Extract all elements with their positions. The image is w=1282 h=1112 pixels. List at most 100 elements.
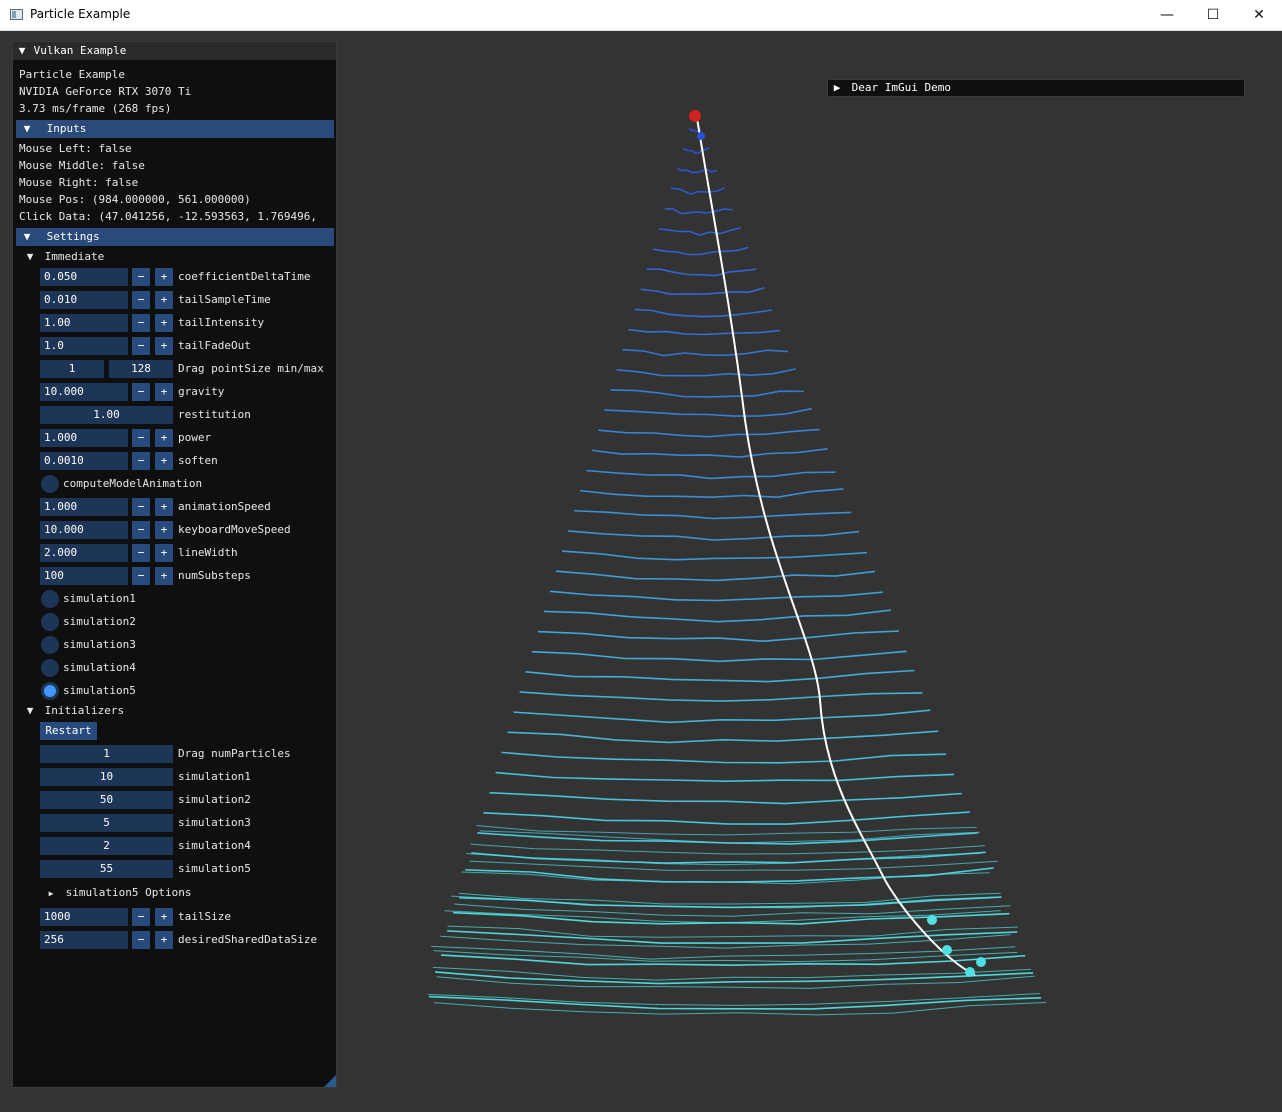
particle-trail <box>592 448 828 458</box>
decrement-button[interactable]: − <box>132 452 150 470</box>
gravity-input[interactable]: 10.000 <box>40 383 128 401</box>
tail-fade-out-label: tailFadeOut <box>178 339 251 352</box>
coefficient-delta-time-input[interactable]: 0.050 <box>40 268 128 286</box>
resize-grip[interactable] <box>324 1075 336 1087</box>
particle-trail <box>598 428 820 438</box>
point-size-min-drag[interactable]: 1 <box>40 360 104 378</box>
num-particles-drag[interactable]: 1 <box>40 745 173 763</box>
collapsed-triangle-icon: ▶ <box>48 889 54 898</box>
decrement-button[interactable]: − <box>132 567 150 585</box>
particle-tip <box>689 110 701 122</box>
decrement-button[interactable]: − <box>132 521 150 539</box>
decrement-button[interactable]: − <box>132 931 150 949</box>
decrement-button[interactable]: − <box>132 268 150 286</box>
increment-button[interactable]: + <box>155 521 173 539</box>
init-simulation4-drag[interactable]: 2 <box>40 837 173 855</box>
power-input[interactable]: 1.000 <box>40 429 128 447</box>
inputs-header[interactable]: ▼ Inputs <box>16 120 334 138</box>
particle-trail <box>501 751 947 764</box>
particle-trail <box>574 509 852 520</box>
window-titlebar[interactable]: Particle Example — ☐ ✕ <box>0 0 1282 31</box>
increment-button[interactable]: + <box>155 931 173 949</box>
decrement-button[interactable]: − <box>132 498 150 516</box>
close-button[interactable]: ✕ <box>1236 0 1282 30</box>
particle-trail <box>634 308 773 318</box>
decrement-button[interactable]: − <box>132 291 150 309</box>
particle-trail <box>646 268 757 277</box>
collapsed-triangle-icon[interactable]: ▶ <box>832 80 842 96</box>
simulation2-radio[interactable] <box>41 613 59 631</box>
particle-dot <box>927 915 937 925</box>
increment-button[interactable]: + <box>155 908 173 926</box>
restart-button[interactable]: Restart <box>40 722 97 740</box>
simulation4-radio[interactable] <box>41 659 59 677</box>
particle-dot <box>942 945 952 955</box>
increment-button[interactable]: + <box>155 314 173 332</box>
simulation5-radio[interactable] <box>41 682 59 700</box>
increment-button[interactable]: + <box>155 544 173 562</box>
increment-button[interactable]: + <box>155 452 173 470</box>
imgui-demo-window[interactable]: ▶ Dear ImGui Demo <box>827 79 1245 97</box>
tail-sample-time-input[interactable]: 0.010 <box>40 291 128 309</box>
tail-fade-out-input[interactable]: 1.0 <box>40 337 128 355</box>
initializers-tree-node[interactable]: ▼ Initializers <box>25 704 124 717</box>
particle-trail <box>658 227 741 237</box>
input-mouse-pos: Mouse Pos: (984.000000, 561.000000) <box>19 193 251 206</box>
increment-button[interactable]: + <box>155 429 173 447</box>
increment-button[interactable]: + <box>155 498 173 516</box>
tail-size-input[interactable]: 1000 <box>40 908 128 926</box>
decrement-button[interactable]: − <box>132 908 150 926</box>
shared-data-size-input[interactable]: 256 <box>40 931 128 949</box>
decrement-button[interactable]: − <box>132 429 150 447</box>
simulation5-options-tree-node[interactable]: ▶ simulation5 Options <box>46 886 192 899</box>
init-simulation2-drag[interactable]: 50 <box>40 791 173 809</box>
particle-dot <box>697 132 705 140</box>
animation-speed-label: animationSpeed <box>178 500 271 513</box>
panel-title-bar[interactable]: ▼ Vulkan Example <box>13 42 336 60</box>
point-size-max-drag[interactable]: 128 <box>109 360 173 378</box>
particle-trail <box>470 843 985 855</box>
num-substeps-input[interactable]: 100 <box>40 567 128 585</box>
shared-data-size-label: desiredSharedDataSize <box>178 933 318 946</box>
init-simulation3-drag[interactable]: 5 <box>40 814 173 832</box>
compute-model-animation-label: computeModelAnimation <box>63 477 203 490</box>
decrement-button[interactable]: − <box>132 544 150 562</box>
increment-button[interactable]: + <box>155 567 173 585</box>
increment-button[interactable]: + <box>155 337 173 355</box>
input-mouse-middle: Mouse Middle: false <box>19 159 145 172</box>
compute-model-animation-checkbox[interactable] <box>41 475 59 493</box>
init-simulation5-drag[interactable]: 55 <box>40 860 173 878</box>
keyboard-move-speed-label: keyboardMoveSpeed <box>178 523 291 536</box>
soften-input[interactable]: 0.0010 <box>40 452 128 470</box>
tail-intensity-input[interactable]: 1.00 <box>40 314 128 332</box>
info-gpu: NVIDIA GeForce RTX 3070 Ti <box>19 85 192 98</box>
restitution-slider[interactable]: 1.00 <box>40 406 173 424</box>
init-simulation3-label: simulation3 <box>178 816 251 829</box>
keyboard-move-speed-input[interactable]: 10.000 <box>40 521 128 539</box>
minimize-button[interactable]: — <box>1144 0 1190 30</box>
decrement-button[interactable]: − <box>132 314 150 332</box>
increment-button[interactable]: + <box>155 268 173 286</box>
immediate-tree-node[interactable]: ▼ Immediate <box>25 250 105 263</box>
init-simulation4-label: simulation4 <box>178 839 251 852</box>
settings-header[interactable]: ▼ Settings <box>16 228 334 246</box>
decrement-button[interactable]: − <box>132 337 150 355</box>
line-width-input[interactable]: 2.000 <box>40 544 128 562</box>
collapse-triangle-icon[interactable]: ▼ <box>17 42 27 60</box>
simulation3-radio[interactable] <box>41 636 59 654</box>
particle-trail <box>676 167 718 174</box>
increment-button[interactable]: + <box>155 383 173 401</box>
particle-trail <box>616 368 797 377</box>
particle-dot <box>965 967 975 977</box>
decrement-button[interactable]: − <box>132 383 150 401</box>
simulation1-radio[interactable] <box>41 590 59 608</box>
increment-button[interactable]: + <box>155 291 173 309</box>
animation-speed-input[interactable]: 1.000 <box>40 498 128 516</box>
maximize-button[interactable]: ☐ <box>1190 0 1236 30</box>
input-mouse-left: Mouse Left: false <box>19 142 132 155</box>
imgui-demo-title: Dear ImGui Demo <box>851 81 951 94</box>
particle-trail <box>628 328 781 336</box>
simulation5-radio-label: simulation5 <box>63 684 136 697</box>
init-simulation2-label: simulation2 <box>178 793 251 806</box>
init-simulation1-drag[interactable]: 10 <box>40 768 173 786</box>
